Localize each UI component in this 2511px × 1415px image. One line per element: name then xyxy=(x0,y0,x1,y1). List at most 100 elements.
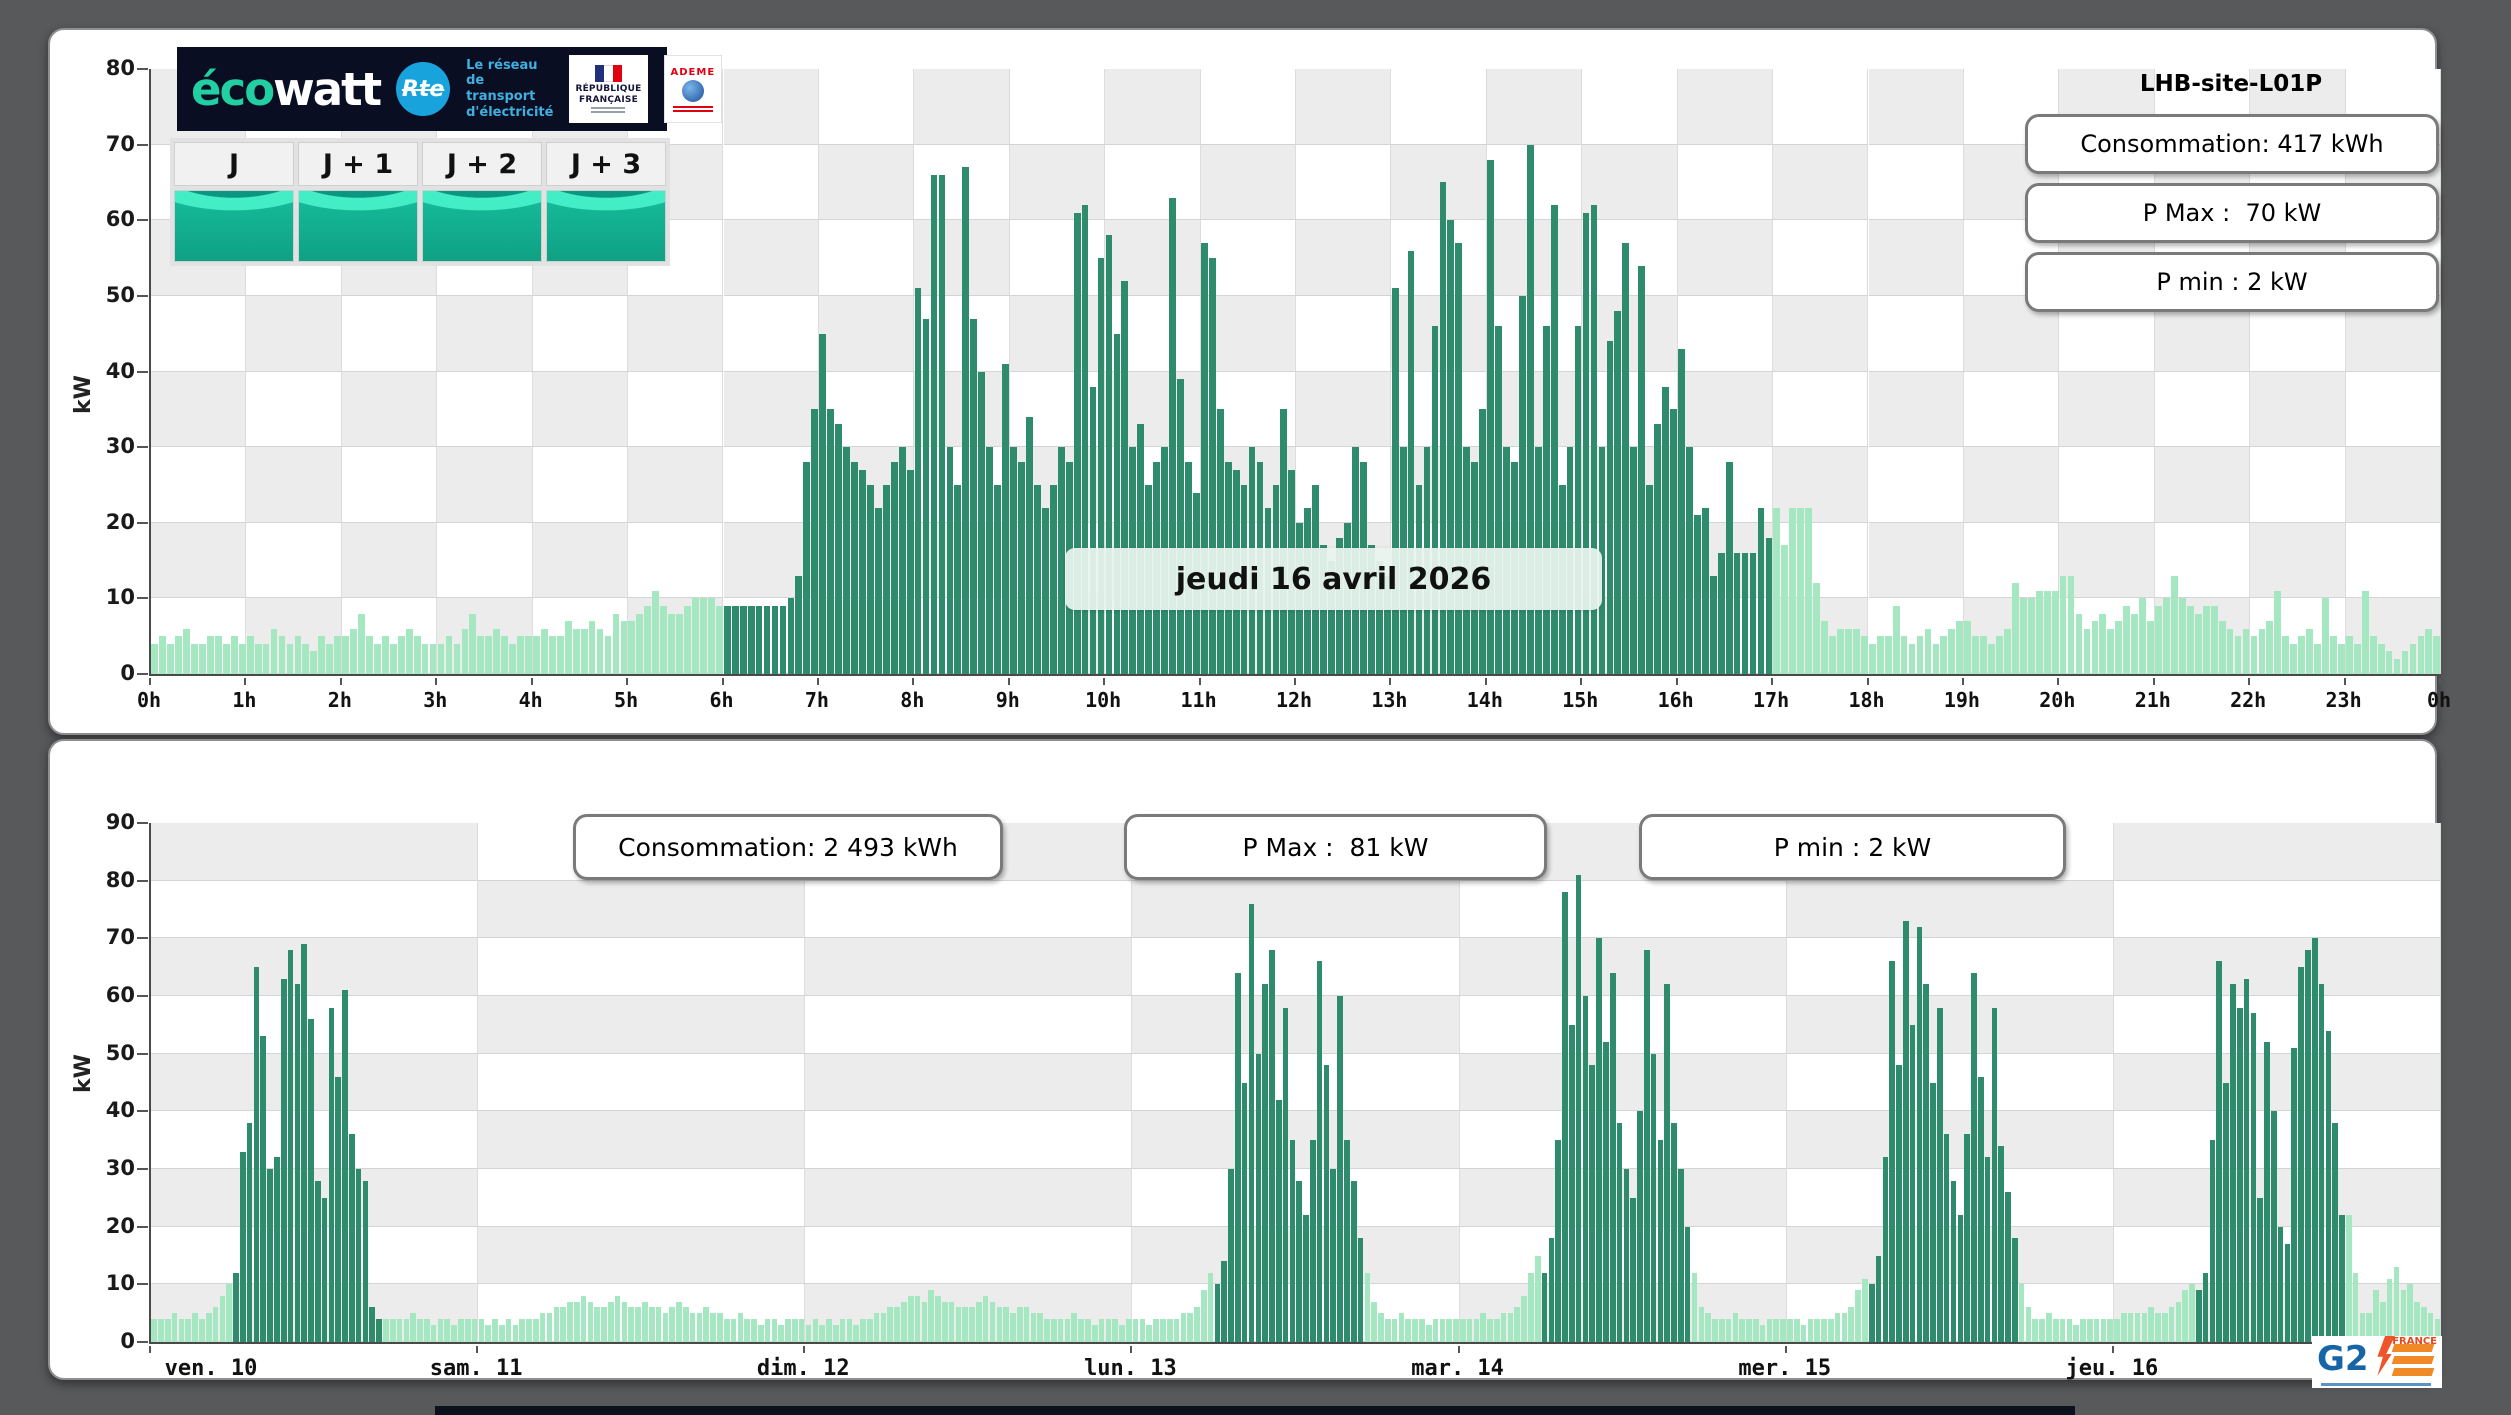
x-tick xyxy=(244,678,247,685)
bar xyxy=(185,1318,192,1342)
bar xyxy=(1709,575,1717,674)
bar xyxy=(287,949,294,1342)
x-tick xyxy=(1961,678,1964,685)
x-tick xyxy=(1389,678,1392,685)
bar xyxy=(1876,636,1884,674)
bar xyxy=(2114,1318,2120,1342)
bar xyxy=(986,447,994,674)
bar xyxy=(564,621,572,674)
bar xyxy=(662,1313,669,1342)
x-tick-label: 23h xyxy=(2325,688,2362,712)
ecowatt-gauge-green-j2[interactable] xyxy=(422,190,542,262)
bar xyxy=(612,613,620,674)
x-tick-label: jeu. 16 xyxy=(2065,1356,2159,1381)
grid-cell xyxy=(805,1053,1133,1112)
y-tick xyxy=(137,673,148,675)
bar xyxy=(2018,1284,2025,1342)
grid-cell xyxy=(1677,220,1774,296)
bar xyxy=(1596,938,1602,1342)
y-tick-label: 20 xyxy=(105,509,135,534)
x-tick xyxy=(1007,678,1010,685)
ecowatt-gauge-green-j[interactable] xyxy=(174,190,294,262)
bar xyxy=(827,409,835,674)
ecowatt-gauge-green-j1[interactable] xyxy=(298,190,418,262)
bar xyxy=(556,636,564,674)
bar xyxy=(1221,1261,1228,1342)
x-tick-label: 1h xyxy=(232,688,257,712)
y-tick xyxy=(137,1341,148,1343)
bar xyxy=(1924,628,1932,674)
bar xyxy=(539,1313,546,1342)
bar xyxy=(689,1313,696,1342)
y-tick-label: 70 xyxy=(105,131,135,156)
bar xyxy=(2131,613,2139,674)
x-tick xyxy=(626,678,629,685)
bar xyxy=(2401,651,2409,674)
bar xyxy=(222,643,230,674)
bar xyxy=(1650,1053,1657,1342)
bar xyxy=(2035,590,2043,674)
grid-cell xyxy=(818,295,915,372)
bar xyxy=(819,333,827,674)
bar xyxy=(396,1318,403,1342)
bar xyxy=(1051,1318,1057,1342)
bar xyxy=(1180,1313,1187,1342)
bar xyxy=(1725,1318,1732,1342)
bar xyxy=(744,1318,750,1342)
x-tick-label: 4h xyxy=(518,688,543,712)
grid-cell xyxy=(1132,996,1460,1054)
bar xyxy=(253,967,260,1342)
bar xyxy=(1337,996,1343,1342)
day-tab-j[interactable]: J xyxy=(174,142,294,186)
bar xyxy=(2012,1238,2018,1342)
bar xyxy=(843,447,850,674)
bar xyxy=(723,605,731,674)
bar xyxy=(548,636,556,674)
bar xyxy=(207,636,214,674)
ecowatt-gauge-green-j3[interactable] xyxy=(546,190,666,262)
bar xyxy=(560,1307,566,1342)
bar xyxy=(935,1295,941,1342)
bar xyxy=(1900,636,1908,674)
bar xyxy=(1323,1065,1330,1342)
grid-cell xyxy=(151,371,247,448)
grid-cell xyxy=(1459,1053,1787,1112)
x-tick xyxy=(1866,678,1869,685)
bar xyxy=(1269,949,1275,1342)
bar xyxy=(403,1318,410,1342)
bar xyxy=(1480,1313,1487,1342)
grid-cell xyxy=(478,1169,806,1227)
day-tab-j1[interactable]: J + 1 xyxy=(298,142,418,186)
bar xyxy=(1884,636,1892,674)
grid-cell xyxy=(2113,1169,2441,1227)
day-tab-j2[interactable]: J + 2 xyxy=(422,142,542,186)
bar xyxy=(2073,1324,2079,1342)
grid-cell xyxy=(1582,69,1678,145)
ecowatt-banner: écowatt Rte Le réseau de transport d'éle… xyxy=(177,47,723,131)
bar xyxy=(655,1307,662,1342)
grid-cell xyxy=(1868,371,1964,448)
bar xyxy=(458,1318,464,1342)
bar xyxy=(1757,507,1765,674)
bar xyxy=(1113,333,1121,674)
bar xyxy=(1071,1313,1078,1342)
bar xyxy=(2093,1318,2100,1342)
grid-cell xyxy=(478,1226,806,1285)
bar xyxy=(1255,1053,1262,1342)
bar xyxy=(2025,1307,2032,1342)
bar xyxy=(2332,1122,2338,1342)
grid-cell xyxy=(246,522,342,599)
day-tab-j3[interactable]: J + 3 xyxy=(546,142,666,186)
bar xyxy=(1909,1024,1916,1342)
bar xyxy=(596,628,604,674)
grid-cell xyxy=(532,447,629,523)
bar xyxy=(648,1307,655,1342)
bar xyxy=(1630,1197,1636,1342)
bar xyxy=(1932,643,1940,674)
bar xyxy=(1262,984,1268,1342)
bar xyxy=(1207,1272,1214,1342)
y-tick xyxy=(137,1283,148,1286)
grid-cell xyxy=(1009,69,1106,145)
bar xyxy=(1889,961,1895,1342)
french-flag-icon xyxy=(594,65,622,83)
